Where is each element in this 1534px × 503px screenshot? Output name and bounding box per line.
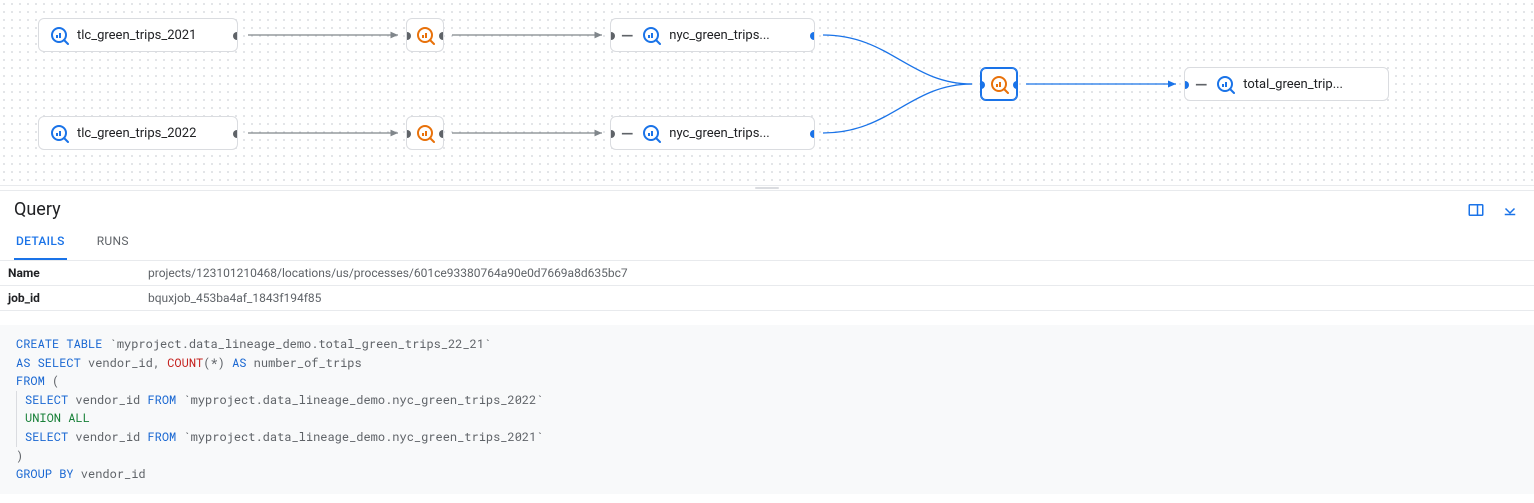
- sql-query-block[interactable]: CREATE TABLE `myproject.data_lineage_dem…: [0, 325, 1534, 494]
- sql-text: (*): [203, 355, 232, 371]
- collapse-icon[interactable]: [1500, 200, 1520, 220]
- sql-text: `myproject.data_lineage_demo.nyc_green_t…: [176, 392, 543, 408]
- sql-keyword: UNION ALL: [25, 410, 90, 426]
- node-nyc-green-trips-2[interactable]: — nyc_green_trips...: [610, 116, 815, 150]
- sql-keyword: CREATE TABLE: [16, 336, 102, 352]
- bq-table-icon: [49, 123, 69, 143]
- detail-key: job_id: [0, 286, 140, 310]
- sql-text: vendor_id: [74, 466, 146, 482]
- output-port[interactable]: [439, 32, 444, 40]
- detail-key: Name: [0, 261, 140, 285]
- node-label: tlc_green_trips_2022: [77, 126, 196, 141]
- input-port[interactable]: [406, 130, 411, 138]
- output-port[interactable]: [1013, 81, 1018, 89]
- sql-text: vendor_id: [68, 392, 147, 408]
- sql-function: COUNT: [167, 355, 203, 371]
- node-total-green-trips[interactable]: — total_green_trip...: [1184, 67, 1389, 101]
- node-label: nyc_green_trips...: [669, 28, 769, 43]
- bq-process-icon: [415, 123, 435, 143]
- input-port[interactable]: [610, 32, 615, 40]
- bq-table-icon: [641, 123, 661, 143]
- dash-icon: —: [621, 124, 633, 143]
- input-port[interactable]: [980, 81, 985, 89]
- sql-keyword: FROM: [16, 373, 45, 389]
- sql-text: vendor_id: [68, 429, 147, 445]
- input-port[interactable]: [406, 32, 411, 40]
- input-port[interactable]: [1184, 81, 1189, 89]
- sql-keyword: SELECT: [25, 392, 68, 408]
- output-port[interactable]: [810, 130, 815, 138]
- tab-details[interactable]: DETAILS: [14, 224, 67, 260]
- node-label: nyc_green_trips...: [669, 126, 769, 141]
- sql-text: number_of_trips: [246, 355, 361, 371]
- sql-text: vendor_id,: [81, 355, 167, 371]
- dash-icon: —: [1195, 75, 1207, 94]
- node-process-2[interactable]: [406, 116, 444, 150]
- output-port[interactable]: [233, 32, 238, 40]
- sql-keyword: GROUP BY: [16, 466, 74, 482]
- node-tlc-green-trips-2022[interactable]: tlc_green_trips_2022: [38, 116, 238, 150]
- sql-text: ): [16, 448, 23, 464]
- detail-value: projects/123101210468/locations/us/proce…: [140, 261, 1534, 285]
- sql-keyword: AS: [232, 355, 246, 371]
- sql-text: `myproject.data_lineage_demo.nyc_green_t…: [176, 429, 543, 445]
- layout-icon[interactable]: [1466, 200, 1486, 220]
- sql-text: `myproject.data_lineage_demo.total_green…: [102, 336, 491, 352]
- dash-icon: —: [621, 26, 633, 45]
- resize-grip-icon: [755, 187, 779, 189]
- details-table: Name projects/123101210468/locations/us/…: [0, 261, 1534, 311]
- input-port[interactable]: [610, 130, 615, 138]
- panel-title: Query: [14, 199, 61, 220]
- sql-keyword: FROM: [147, 429, 176, 445]
- sql-text: (: [45, 373, 59, 389]
- detail-row-name: Name projects/123101210468/locations/us/…: [0, 261, 1534, 286]
- sql-keyword: AS SELECT: [16, 355, 81, 371]
- output-port[interactable]: [810, 32, 815, 40]
- tab-runs[interactable]: RUNS: [95, 224, 131, 260]
- output-port[interactable]: [439, 130, 444, 138]
- bq-table-icon: [49, 25, 69, 45]
- bq-table-icon: [641, 25, 661, 45]
- node-tlc-green-trips-2021[interactable]: tlc_green_trips_2021: [38, 18, 238, 52]
- node-label: tlc_green_trips_2021: [77, 28, 196, 43]
- node-process-1[interactable]: [406, 18, 444, 52]
- lineage-graph-canvas[interactable]: tlc_green_trips_2021 — nyc_green_trips..…: [0, 0, 1534, 185]
- tabs: DETAILS RUNS: [0, 224, 1534, 261]
- sql-keyword: SELECT: [25, 429, 68, 445]
- sql-keyword: FROM: [147, 392, 176, 408]
- panel-header: Query: [0, 191, 1534, 224]
- bq-table-icon: [1215, 74, 1235, 94]
- output-port[interactable]: [233, 130, 238, 138]
- detail-row-job-id: job_id bquxjob_453ba4af_1843f194f85: [0, 286, 1534, 310]
- node-nyc-green-trips-1[interactable]: — nyc_green_trips...: [610, 18, 815, 52]
- node-label: total_green_trip...: [1243, 77, 1343, 92]
- detail-value: bquxjob_453ba4af_1843f194f85: [140, 286, 1534, 310]
- node-process-selected[interactable]: [980, 67, 1018, 101]
- bq-process-icon: [415, 25, 435, 45]
- bq-process-icon: [989, 74, 1009, 94]
